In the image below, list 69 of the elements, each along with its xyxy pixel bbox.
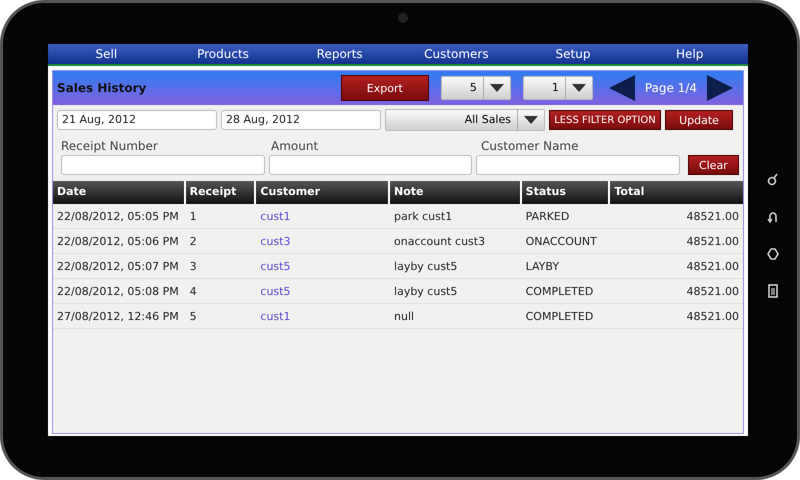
date-from-field[interactable]: 21 Aug, 2012	[57, 110, 217, 130]
column-header[interactable]: Total	[610, 181, 743, 204]
table-cell-text: 27/08/2012, 12:46 PM	[56, 309, 180, 325]
export-button[interactable]: Export	[340, 75, 429, 101]
date-to-field[interactable]: 28 Aug, 2012	[221, 110, 381, 130]
table-cell-text: 2	[188, 234, 198, 250]
table-cell-text: 3	[188, 259, 198, 275]
column-header[interactable]: Receipt	[186, 181, 256, 204]
table-cell-text: 48521.00	[685, 284, 740, 300]
table-cell-text: 48521.00	[685, 259, 740, 275]
page-title: Sales History	[57, 81, 148, 95]
clear-button[interactable]: Clear	[688, 155, 740, 175]
table-cell-text: 48521.00	[685, 234, 740, 250]
menu-item[interactable]: Customers	[398, 44, 515, 64]
caret-icon	[524, 116, 538, 124]
table-cell-text: 5	[188, 309, 198, 325]
search-icon[interactable]	[766, 173, 778, 187]
table-cell-text: LAYBY	[524, 259, 560, 275]
menu-item[interactable]: Sell	[48, 44, 165, 64]
back-icon[interactable]	[766, 210, 778, 224]
table-cell-text: onaccount cust3	[393, 234, 486, 250]
sale-type-dropdown[interactable]: All Sales	[385, 109, 545, 131]
menu-item[interactable]: Help	[631, 44, 748, 64]
table-cell-text: layby cust5	[393, 284, 458, 300]
update-button[interactable]: Update	[665, 110, 733, 130]
table-cell-text: layby cust5	[393, 259, 458, 275]
table-cell-text: 22/08/2012, 05:06 PM	[56, 234, 180, 250]
column-header[interactable]: Date	[53, 181, 186, 204]
menu-item[interactable]: Setup	[514, 44, 632, 64]
menu-item[interactable]: Reports	[281, 44, 398, 64]
table-cell-text: PARKED	[524, 209, 570, 225]
customer-link[interactable]: cust5	[256, 279, 390, 303]
customer-link[interactable]: cust1	[256, 204, 390, 228]
caret-icon	[490, 84, 504, 92]
table-cell-text: 1	[188, 209, 198, 225]
customer-link[interactable]: cust5	[256, 254, 390, 278]
table-cell-text: park cust1	[393, 209, 454, 225]
column-header[interactable]: Customer	[256, 181, 390, 204]
customer-name-label: Customer Name	[481, 139, 580, 153]
column-header[interactable]: Status	[522, 181, 610, 204]
receipt-number-label: Receipt Number	[61, 139, 159, 153]
customer-name-field[interactable]	[476, 155, 680, 175]
table-cell-text: COMPLETED	[524, 309, 594, 325]
column-header[interactable]: Note	[390, 181, 522, 204]
caret-icon	[572, 84, 586, 92]
previous-page-icon[interactable]	[608, 75, 635, 101]
table-cell-text: COMPLETED	[524, 284, 594, 300]
table-cell-text: ONACCOUNT	[524, 234, 598, 250]
table-cell-text: 22/08/2012, 05:08 PM	[56, 284, 180, 300]
amount-field[interactable]	[268, 155, 472, 175]
table-cell-text: 4	[188, 284, 198, 300]
receipt-number-field[interactable]	[61, 155, 265, 175]
customer-link[interactable]: cust1	[256, 304, 390, 328]
table-cell-text: null	[393, 309, 416, 325]
amount-label: Amount	[271, 139, 320, 153]
less-filter-button[interactable]: LESS FILTER OPTION	[549, 110, 661, 130]
menu-item[interactable]: Products	[164, 44, 282, 64]
table-cell-text: 22/08/2012, 05:07 PM	[56, 259, 180, 275]
customer-link[interactable]: cust3	[256, 229, 390, 253]
table-cell-text: 48521.00	[685, 209, 740, 225]
table-cell-text: 48521.00	[685, 309, 740, 325]
home-icon[interactable]	[766, 247, 778, 261]
page-size-dropdown[interactable]: 5	[440, 76, 511, 100]
page-label: Page 1/4	[644, 81, 697, 95]
next-page-icon[interactable]	[707, 75, 733, 101]
table-cell-text: 22/08/2012, 05:05 PM	[56, 209, 180, 225]
page-number-dropdown[interactable]: 1	[522, 76, 593, 100]
menu-icon[interactable]	[766, 284, 778, 298]
camera-lens	[398, 13, 408, 23]
